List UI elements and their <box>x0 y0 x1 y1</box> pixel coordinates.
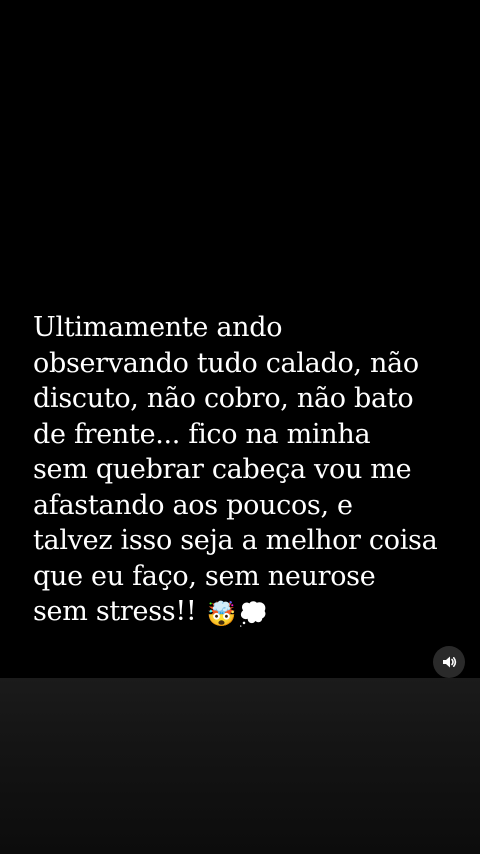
exploding-head-emoji: 🤯 <box>206 600 237 628</box>
story-line: de frente... fico na minha <box>33 418 371 450</box>
thought-bubble-emoji: 💭 <box>238 600 268 628</box>
story-screen: Ultimamente ando observando tudo calado,… <box>0 0 480 854</box>
story-line: discuto, não cobro, não bato <box>33 383 414 414</box>
story-line: sem stress!! <box>33 596 197 627</box>
sound-toggle-button[interactable] <box>433 646 465 678</box>
story-line-last: sem stress!! 🤯💭 <box>33 594 453 630</box>
story-line: Ultimamente ando <box>33 312 283 343</box>
story-text: Ultimamente ando observando tudo calado,… <box>33 310 453 630</box>
story-line: sem quebrar cabeça vou me <box>33 454 412 485</box>
story-line: observando tudo calado, não <box>33 347 419 379</box>
speaker-on-icon <box>443 656 457 668</box>
story-line: talvez isso seja a melhor coisa <box>33 525 438 556</box>
blurred-background-image <box>0 678 480 854</box>
story-line: que eu faço, sem neurose <box>33 560 376 592</box>
story-line: afastando aos poucos, e <box>33 489 353 521</box>
